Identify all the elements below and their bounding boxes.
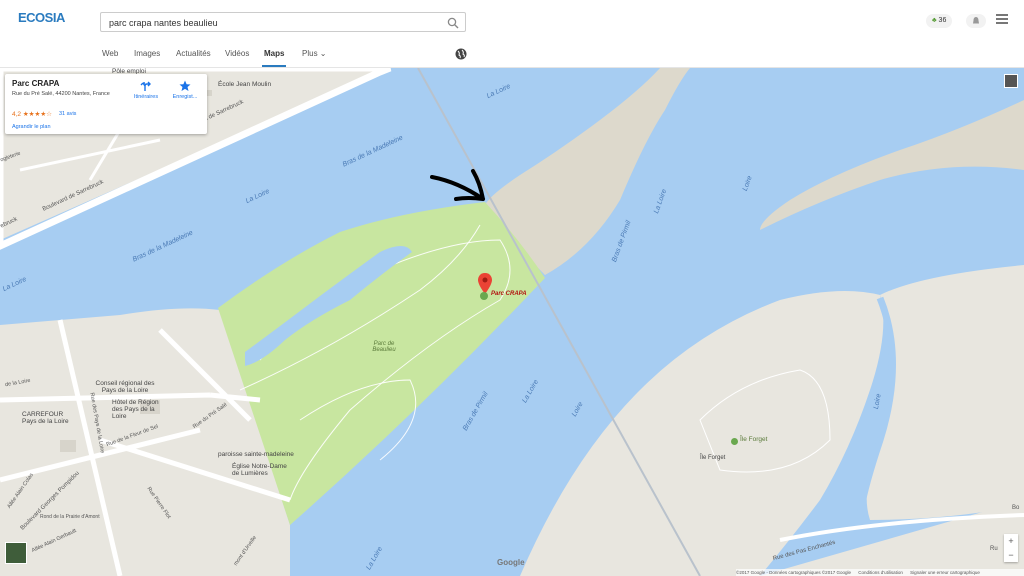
place-rating: 4,2 ★★★★☆ — [12, 111, 52, 118]
map-label: paroisse sainte-madeleine — [218, 451, 294, 458]
place-info-card[interactable]: Parc CRAPA Rue du Pré Salé, 44200 Nantes… — [5, 74, 207, 134]
map-label: École Jean Moulin — [218, 81, 272, 88]
report-error-link[interactable]: Signaler une erreur cartographique — [910, 570, 980, 575]
chevron-down-icon: ⌄ — [319, 49, 327, 58]
satellite-toggle-thumbnail[interactable] — [5, 542, 27, 564]
search-tabs: Web Images Actualités Vidéos Maps Plus ⌄ — [0, 40, 1024, 68]
tree-count: 36 — [938, 17, 947, 24]
active-tab-indicator — [262, 65, 286, 67]
notifications-bell-icon[interactable] — [966, 14, 986, 28]
save-label: Enregist... — [172, 94, 198, 100]
map-label: Bo — [1012, 505, 1020, 511]
map-label: Île Forget — [700, 455, 726, 461]
street-view-pegman-icon[interactable] — [1004, 74, 1018, 88]
search-box[interactable] — [100, 12, 466, 32]
hand-drawn-arrow-icon — [430, 169, 485, 201]
map-label[interactable]: Parc CRAPA — [491, 291, 527, 297]
copyright-text: ©2017 Google - Données cartographiques ©… — [736, 570, 851, 575]
search-icon[interactable] — [447, 16, 459, 34]
tab-web[interactable]: Web — [102, 49, 118, 58]
terms-link[interactable]: Conditions d'utilisation — [858, 570, 903, 575]
park-marker-icon[interactable] — [480, 292, 488, 300]
tab-images[interactable]: Images — [134, 49, 160, 58]
tab-news[interactable]: Actualités — [176, 49, 211, 58]
star-icon — [179, 80, 191, 91]
map-label: Église Notre-Dame de Lumières — [232, 463, 287, 477]
map-label: Conseil régional des Pays de la Loire — [95, 380, 155, 394]
zoom-controls: + − — [1004, 534, 1018, 562]
map-label: Rond de la Prairie d'Amont — [40, 514, 100, 520]
map-label: Hôtel de Région des Pays de la Loire — [112, 399, 159, 420]
map-label: CARREFOUR Pays de la Loire — [22, 411, 69, 425]
save-button[interactable]: Enregist... — [168, 80, 202, 100]
tree-icon: ♣ — [932, 17, 937, 24]
globe-icon[interactable] — [455, 47, 467, 65]
search-input[interactable] — [101, 14, 431, 32]
ile-forget-marker-icon[interactable] — [731, 438, 738, 445]
place-address: Rue du Pré Salé, 44200 Nantes, France — [12, 91, 110, 97]
place-title[interactable]: Parc CRAPA — [12, 79, 59, 88]
hamburger-menu-icon[interactable] — [996, 14, 1008, 26]
map-label: Ru — [990, 546, 998, 552]
tab-more-label: Plus — [302, 49, 318, 58]
top-bar: ECOSIA ♣ 36 — [0, 0, 1024, 40]
directions-button[interactable]: Itinéraires — [129, 80, 163, 100]
zoom-out-button[interactable]: − — [1004, 548, 1018, 562]
tab-more[interactable]: Plus ⌄ — [302, 49, 327, 58]
directions-label: Itinéraires — [133, 94, 159, 100]
map-label: Île Forget — [740, 436, 768, 443]
ecosia-logo[interactable]: ECOSIA — [18, 10, 65, 25]
zoom-in-button[interactable]: + — [1004, 534, 1018, 548]
reviews-link[interactable]: 31 avis — [59, 111, 76, 117]
tree-counter[interactable]: ♣ 36 — [926, 14, 953, 28]
map-footer: ©2017 Google - Données cartographiques ©… — [736, 569, 1024, 576]
tab-videos[interactable]: Vidéos — [225, 49, 249, 58]
enlarge-map-link[interactable]: Agrandir le plan — [12, 124, 51, 130]
map-canvas[interactable]: Parc CRAPA Parc de Beaulieu La Loire Bra… — [0, 68, 1024, 576]
google-logo: Google — [497, 558, 525, 567]
map-label: Parc de Beaulieu — [372, 341, 396, 353]
directions-icon — [140, 81, 151, 91]
tab-maps[interactable]: Maps — [264, 49, 284, 58]
